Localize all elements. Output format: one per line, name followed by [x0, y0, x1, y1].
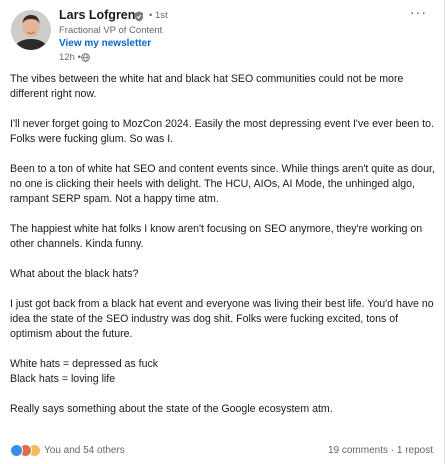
post-paragraph: White hats = depressed as fuck [10, 358, 159, 370]
view-newsletter-link[interactable]: View my newsletter [59, 38, 151, 49]
post-body: The vibes between the white hat and blac… [10, 72, 435, 432]
more-options-icon[interactable]: ··· [410, 4, 427, 20]
reaction-icons[interactable] [10, 444, 44, 458]
connection-degree-label: 1st [154, 10, 168, 21]
author-headline: Fractional VP of Content [59, 25, 163, 36]
verified-icon [135, 11, 143, 22]
author-name[interactable]: Lars Lofgren [59, 8, 135, 22]
globe-icon [81, 53, 90, 62]
post-paragraph: Black hats = loving life [10, 373, 116, 385]
feed-post: Lars Lofgren • 1st Fractional VP of Cont… [0, 0, 445, 464]
post-paragraph: The happiest white hat folks I know aren… [10, 223, 423, 250]
connection-degree: • 1st [149, 10, 168, 21]
post-paragraph: Been to a ton of white hat SEO and conte… [10, 163, 435, 205]
post-time: 12h • [59, 52, 81, 63]
author-avatar[interactable] [11, 10, 51, 50]
post-paragraph: I'll never forget going to MozCon 2024. … [10, 118, 434, 145]
reaction-count[interactable]: You and 54 others [44, 445, 125, 456]
post-paragraph: What about the black hats? [10, 268, 139, 280]
post-paragraph: Really says something about the state of… [10, 403, 333, 415]
avatar-photo [11, 10, 51, 50]
post-time-label: 12h [59, 52, 75, 63]
comments-reposts-count[interactable]: 19 comments · 1 repost [328, 445, 433, 456]
post-paragraph: The vibes between the white hat and blac… [10, 73, 404, 100]
post-paragraph: I just got back from a black hat event a… [10, 298, 434, 340]
social-counts: You and 54 others 19 comments · 1 repost [10, 444, 435, 460]
like-icon [10, 444, 23, 457]
